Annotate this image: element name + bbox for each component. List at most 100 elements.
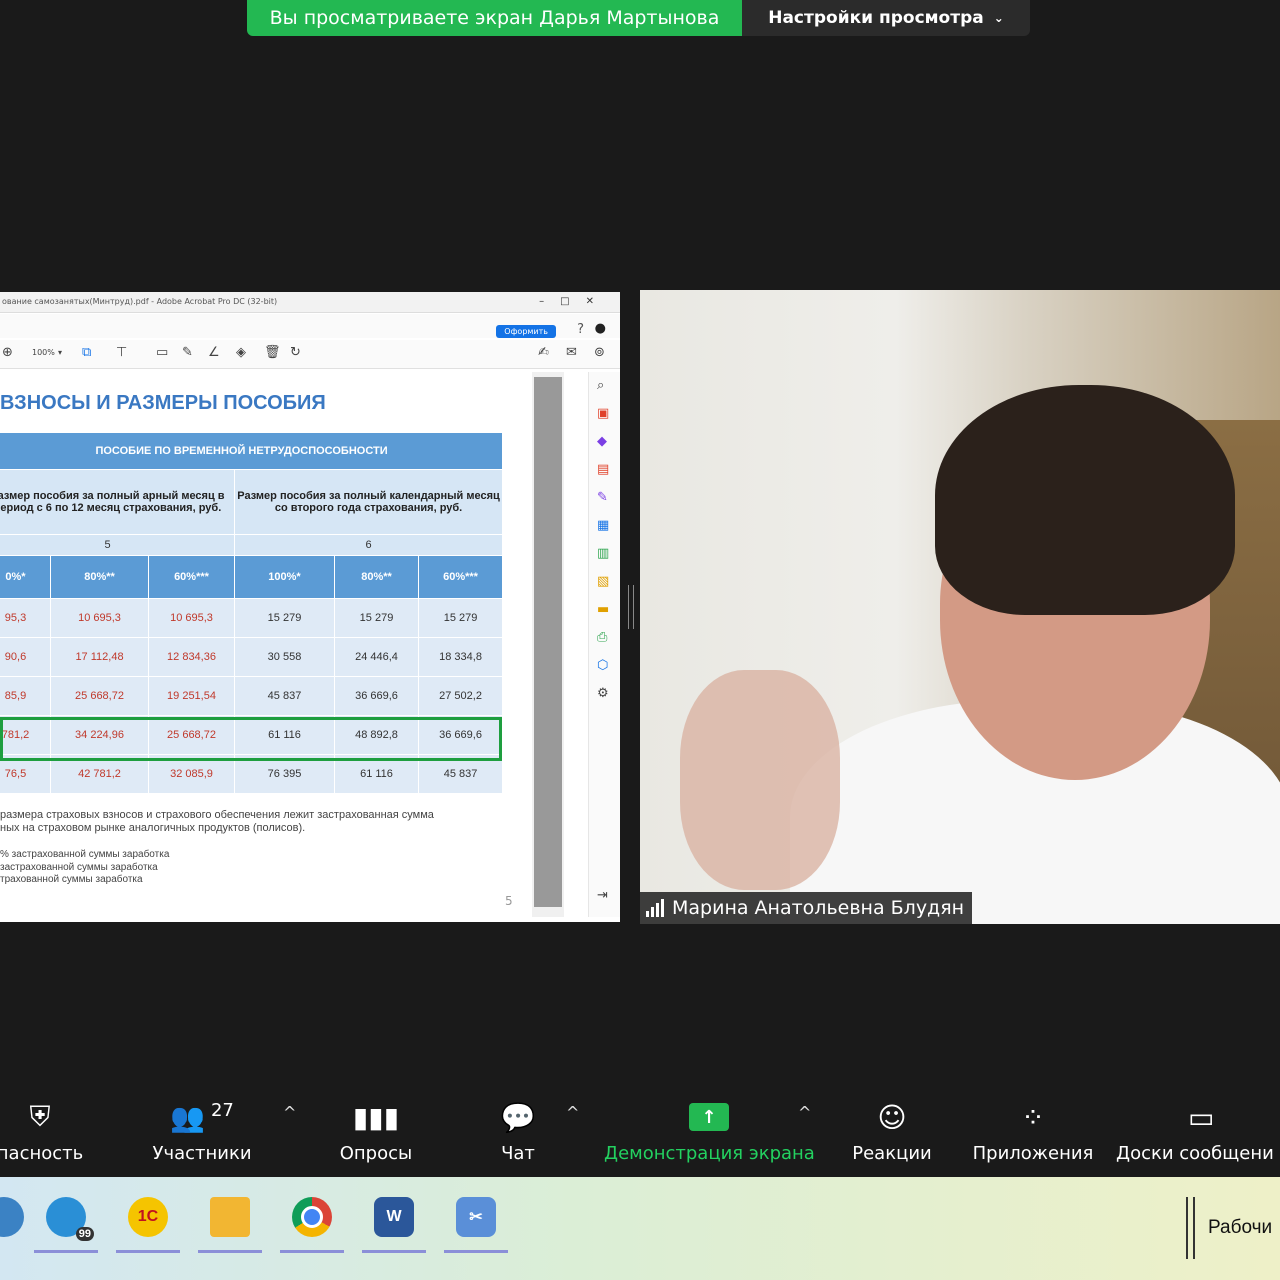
table-row: 90,6 17 112,48 12 834,36 30 558 24 446,4… — [0, 637, 504, 677]
stamp-icon[interactable]: ◈ — [236, 345, 246, 360]
reactions-button[interactable]: ☺ Реакции — [848, 1097, 936, 1165]
participants-button[interactable]: 👥 27 Участники — [150, 1097, 254, 1165]
window-title: ование самозанятых(Минтруд).pdf - Adobe … — [2, 297, 278, 306]
scrollbar[interactable] — [532, 372, 564, 917]
sign-icon[interactable]: ✍ — [538, 345, 549, 360]
folder-icon — [210, 1197, 250, 1237]
pct-header: 100%* — [234, 555, 335, 599]
acrobat-toolbar: ⊕ 100% ▾ ⧉ ⊤ ▭ ✎ ∠ ◈ 🗑 ↻ ✍ ✉ ⊚ — [0, 340, 620, 369]
protect-icon[interactable]: ⬡ — [597, 658, 608, 673]
table-cell: 12 834,36 — [148, 637, 235, 677]
rotate-icon[interactable]: ↻ — [290, 345, 301, 360]
active-indicator — [280, 1250, 344, 1253]
participant-video: Марина Анатольевна Блудян — [640, 290, 1280, 924]
chrome-icon — [292, 1197, 332, 1237]
more-tools-icon[interactable]: ⚙ — [597, 686, 609, 701]
footnote: ных на страховом рынке аналогичных проду… — [0, 822, 306, 834]
footnote: трахованной суммы заработка — [0, 874, 143, 885]
pdf-page: ВЗНОСЫ И РАЗМЕРЫ ПОСОБИЯ ПОСОБИЕ ПО ВРЕМ… — [0, 372, 530, 917]
footnote: размера страховых взносов и страхового о… — [0, 809, 434, 821]
whiteboards-label: Доски сообщени — [1116, 1143, 1274, 1164]
table-cell: 25 668,72 — [50, 676, 149, 716]
scrollbar-thumb[interactable] — [534, 377, 562, 907]
export-pdf-icon[interactable]: ▣ — [597, 406, 609, 421]
polls-button[interactable]: ▮▮▮ Опросы — [332, 1097, 420, 1165]
meeting-toolbar: ⛨ пасность 👥 27 Участники ^ ▮▮▮ Опросы 💬… — [0, 1085, 1280, 1177]
account-icon[interactable]: ● — [595, 321, 606, 336]
footnote: застрахованной суммы заработка — [0, 862, 158, 873]
active-indicator — [198, 1250, 262, 1253]
apps-button[interactable]: ⁘ Приложения — [970, 1097, 1096, 1165]
table-cell: 45 837 — [234, 676, 335, 716]
whiteboards-button[interactable]: ▭ Доски сообщени — [1116, 1097, 1280, 1165]
share-link-icon[interactable]: ⊚ — [594, 345, 605, 360]
taskbar-app-chrome[interactable] — [278, 1189, 346, 1253]
participant-name: Марина Анатольевна Блудян — [672, 897, 965, 919]
oform-button[interactable]: Оформить — [496, 325, 556, 338]
view-settings-button[interactable]: Настройки просмотра ⌄ — [742, 0, 1030, 36]
window-controls[interactable]: –□✕ — [539, 292, 610, 312]
table-cell: 10 695,3 — [148, 598, 235, 638]
table-cell: 10 695,3 — [50, 598, 149, 638]
scan-icon[interactable]: ▧ — [597, 574, 609, 589]
desktop-toolbar-label[interactable]: Рабочи — [1208, 1217, 1272, 1239]
table-main-header: ПОСОБИЕ ПО ВРЕМЕННОЙ НЕТРУДОСПОСОБНОСТИ — [0, 432, 504, 470]
table-cell: 95,3 — [0, 598, 51, 638]
taskbar-app-snipping[interactable]: ✂ — [442, 1189, 510, 1253]
acrobat-tools-pane: ⌕ ▣ ◆ ▤ ✎ ▦ ▥ ▧ ▬ ⎙ ⬡ ⚙ ⇥ — [588, 372, 620, 917]
share-screen-button[interactable]: ↑ Демонстрация экрана — [604, 1097, 815, 1164]
mail-icon[interactable]: ✉ — [566, 345, 577, 360]
taskbar-separator — [1186, 1197, 1195, 1259]
taskbar-app-word[interactable]: W — [360, 1189, 428, 1253]
comment-icon[interactable]: ▭ — [156, 345, 168, 360]
share-banner: Вы просматриваете экран Дарья Мартынова … — [247, 0, 1030, 36]
chevron-down-icon[interactable]: ▾ — [58, 348, 62, 357]
highlight-frame — [0, 717, 502, 761]
table-row: 95,3 10 695,3 10 695,3 15 279 15 279 15 … — [0, 598, 504, 638]
reactions-icon: ☺ — [877, 1100, 907, 1134]
split-handle[interactable] — [628, 585, 634, 629]
active-indicator — [362, 1250, 426, 1253]
share-caret-icon[interactable]: ^ — [798, 1103, 811, 1122]
security-label: пасность — [0, 1143, 84, 1164]
chat-caret-icon[interactable]: ^ — [566, 1103, 579, 1122]
pct-header: 0%* — [0, 555, 51, 599]
help-icon[interactable]: ? — [577, 322, 584, 337]
chat-icon: 💬 — [500, 1100, 536, 1134]
pct-header: 80%** — [334, 555, 419, 599]
draw-icon[interactable]: ∠ — [208, 345, 220, 360]
edit-pdf-icon[interactable]: ▦ — [597, 518, 609, 533]
zoom-level[interactable]: 100% — [32, 348, 55, 357]
footnote: % застрахованной суммы заработка — [0, 849, 170, 860]
table-cell: 15 279 — [234, 598, 335, 638]
table-cell: 30 558 — [234, 637, 335, 677]
comment-tool-icon[interactable]: ◆ — [597, 434, 607, 449]
select-tool-icon[interactable]: ⧉ — [82, 345, 91, 360]
fill-sign-icon[interactable]: ✎ — [597, 490, 608, 505]
zoom-in-icon[interactable]: ⊕ — [2, 345, 13, 360]
participants-caret-icon[interactable]: ^ — [283, 1103, 296, 1122]
table-cell: 15 279 — [334, 598, 419, 638]
taskbar-app-mail[interactable]: 99 — [32, 1189, 100, 1253]
chat-label: Чат — [501, 1143, 535, 1164]
1c-icon: 1С — [128, 1197, 168, 1237]
participants-count: 27 — [210, 1099, 234, 1121]
pen-icon[interactable]: ✎ — [182, 345, 193, 360]
view-settings-label: Настройки просмотра — [768, 8, 984, 28]
search-icon[interactable]: ⌕ — [597, 378, 604, 393]
chat-button[interactable]: 💬 Чат — [480, 1097, 556, 1165]
comment-bubble-icon[interactable]: ▬ — [597, 602, 609, 617]
taskbar-app-explorer[interactable] — [196, 1189, 264, 1253]
taskbar-app-1c[interactable]: 1С — [114, 1189, 182, 1253]
organize-pages-icon[interactable]: ▤ — [597, 462, 609, 477]
apps-icon: ⁘ — [1021, 1100, 1045, 1134]
delete-icon[interactable]: 🗑 — [264, 345, 281, 360]
table-cell: 24 446,4 — [334, 637, 419, 677]
table-cell: 27 502,2 — [417, 676, 504, 716]
print-icon[interactable]: ⎙ — [597, 630, 607, 645]
security-button[interactable]: ⛨ пасность — [0, 1097, 90, 1164]
combine-icon[interactable]: ▥ — [597, 546, 609, 561]
acrobat-title-bar: ование самозанятых(Минтруд).pdf - Adobe … — [0, 292, 620, 313]
highlighter-icon[interactable]: ⊤ — [116, 345, 127, 360]
collapse-pane-icon[interactable]: ⇥ — [597, 888, 608, 903]
